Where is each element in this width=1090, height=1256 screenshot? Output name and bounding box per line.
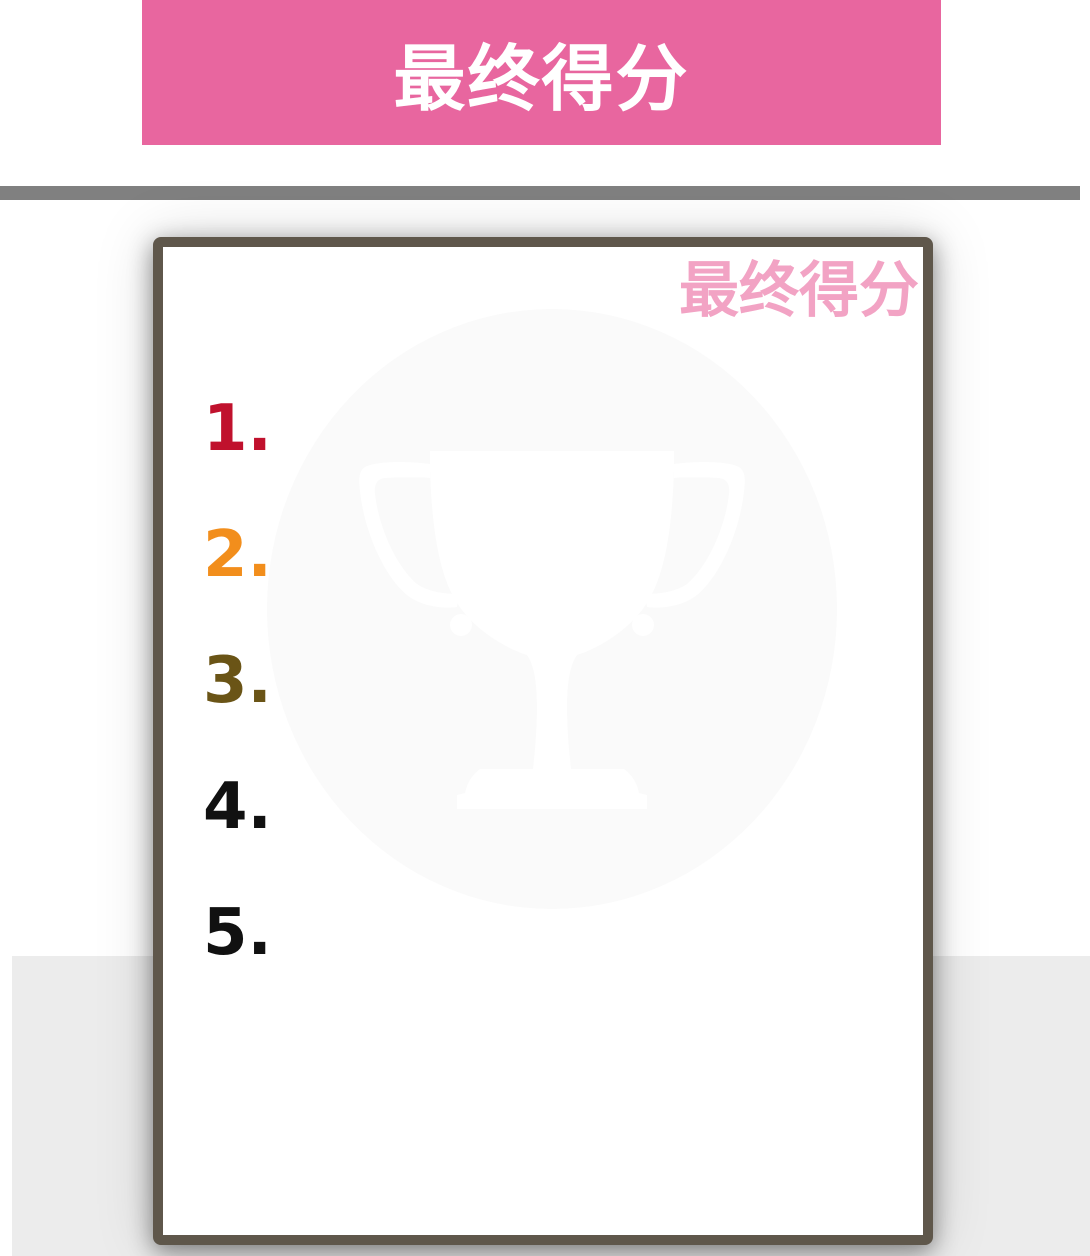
rank-list: 1. 2. 3. 4. 5. [203,397,272,1027]
rank-item-3: 3. [203,644,272,718]
card-corner-title: 最终得分 [679,256,919,326]
divider [0,186,1080,200]
rank-item-5: 5. [203,896,272,970]
rank-item-4: 4. [203,770,272,844]
rank-item-2: 2. [203,518,272,592]
trophy-icon [267,309,837,909]
page-title: 最终得分 [393,37,690,121]
title-banner: 最终得分 [142,0,941,145]
rank-item-1: 1. [203,392,272,466]
score-card: 最终得分 1. 2. 3. 4. 5. [153,237,933,1245]
